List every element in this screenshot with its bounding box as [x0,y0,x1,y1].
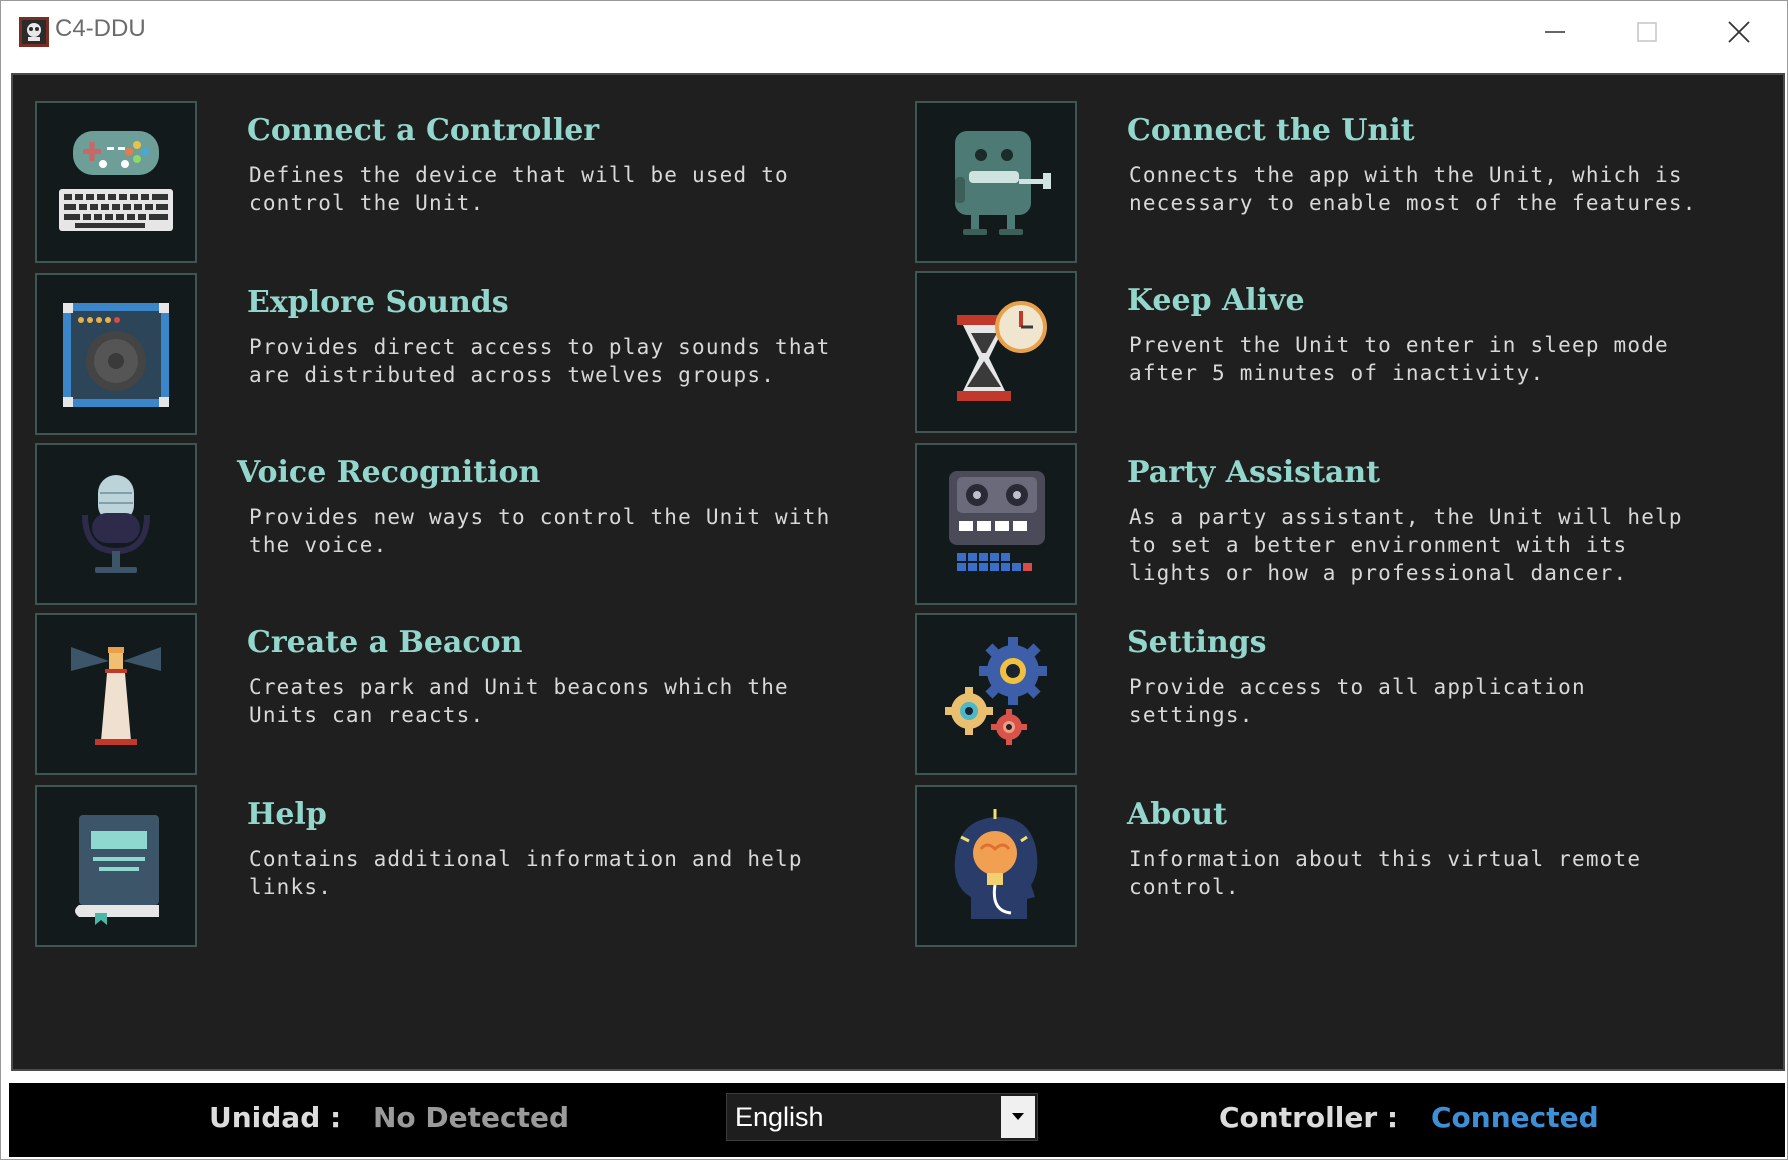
card-description: Information about this virtual remote co… [1129,847,1642,899]
dropdown-button[interactable] [1001,1096,1035,1138]
card-icon-frame[interactable] [915,785,1077,947]
tape-recorder-icon [949,471,1045,571]
card-description: Defines the device that will be used to … [249,163,789,215]
card-voice-recognition[interactable]: Voice Recognition Provides new ways to c… [35,443,915,605]
card-title: Connect a Controller [247,113,600,148]
card-description: Creates park and Unit beacons which the … [249,675,789,727]
window-title: C4-DDU [55,15,146,42]
feature-grid: Connect a Controller Defines the device … [11,73,1785,1071]
head-lightbulb-icon [954,809,1038,919]
card-icon-frame[interactable] [35,443,197,605]
card-title: Connect the Unit [1127,113,1415,148]
card-title: Explore Sounds [247,285,509,320]
title-bar[interactable]: C4-DDU [1,1,1787,63]
card-party-assistant[interactable]: Party Assistant As a party assistant, th… [915,443,1788,605]
chevron-down-icon [1012,1113,1024,1120]
card-help[interactable]: Help Contains additional information and… [35,785,915,947]
card-description: Contains additional information and help… [249,847,803,899]
card-icon-frame[interactable] [915,613,1077,775]
robot-unit-icon [955,131,1051,235]
card-icon-frame[interactable] [35,101,197,263]
card-keep-alive[interactable]: Keep Alive Prevent the Unit to enter in … [915,271,1788,433]
minimize-icon [1545,31,1565,33]
close-button[interactable] [1693,5,1785,59]
card-title: Keep Alive [1127,283,1305,318]
microphone-icon [82,475,150,573]
card-title: Voice Recognition [237,455,541,490]
card-title: Party Assistant [1127,455,1381,490]
language-select[interactable]: English [726,1093,1038,1141]
card-settings[interactable]: Settings Provide access to all applicati… [915,613,1788,775]
card-icon-frame[interactable] [35,785,197,947]
controller-status-value: Connected [1431,1101,1599,1134]
lighthouse-icon [71,647,161,745]
minimize-button[interactable] [1509,5,1601,59]
card-icon-frame[interactable] [35,273,197,435]
controller-status-label: Controller : [1219,1101,1399,1134]
maximize-button[interactable] [1601,5,1693,59]
card-icon-frame[interactable] [915,443,1077,605]
card-description: Connects the app with the Unit, which is… [1129,163,1697,215]
card-title: Help [247,797,327,832]
card-title: Create a Beacon [247,625,523,660]
hourglass-clock-icon [957,301,1047,401]
card-explore-sounds[interactable]: Explore Sounds Provides direct access to… [35,273,915,435]
card-create-beacon[interactable]: Create a Beacon Creates park and Unit be… [35,613,915,775]
card-description: Prevent the Unit to enter in sleep mode … [1129,333,1669,385]
card-icon-frame[interactable] [915,271,1077,433]
card-description: Provides direct access to play sounds th… [249,335,831,387]
maximize-icon [1637,22,1657,42]
close-icon [1728,21,1750,43]
gamepad-keyboard-icon [59,131,173,231]
card-connect-unit[interactable]: Connect the Unit Connects the app with t… [915,101,1788,263]
unit-status-value: No Detected [373,1101,570,1134]
card-description: Provides new ways to control the Unit wi… [249,505,831,557]
card-icon-frame[interactable] [915,101,1077,263]
card-connect-controller[interactable]: Connect a Controller Defines the device … [35,101,915,263]
card-description: As a party assistant, the Unit will help… [1129,505,1683,585]
gears-icon [945,637,1047,745]
status-bar: Unidad : No Detected English Controller … [9,1083,1785,1157]
unit-status-label: Unidad : [209,1101,342,1134]
card-about[interactable]: About Information about this virtual rem… [915,785,1788,947]
card-title: About [1127,797,1227,832]
card-title: Settings [1127,625,1267,660]
book-icon [75,815,159,925]
language-select-value: English [735,1102,824,1132]
card-icon-frame[interactable] [35,613,197,775]
app-logo-icon [19,17,49,47]
app-window: C4-DDU Connect a Controller Defines the … [0,0,1788,1160]
card-description: Provide access to all application settin… [1129,675,1586,727]
speaker-icon [63,303,169,407]
